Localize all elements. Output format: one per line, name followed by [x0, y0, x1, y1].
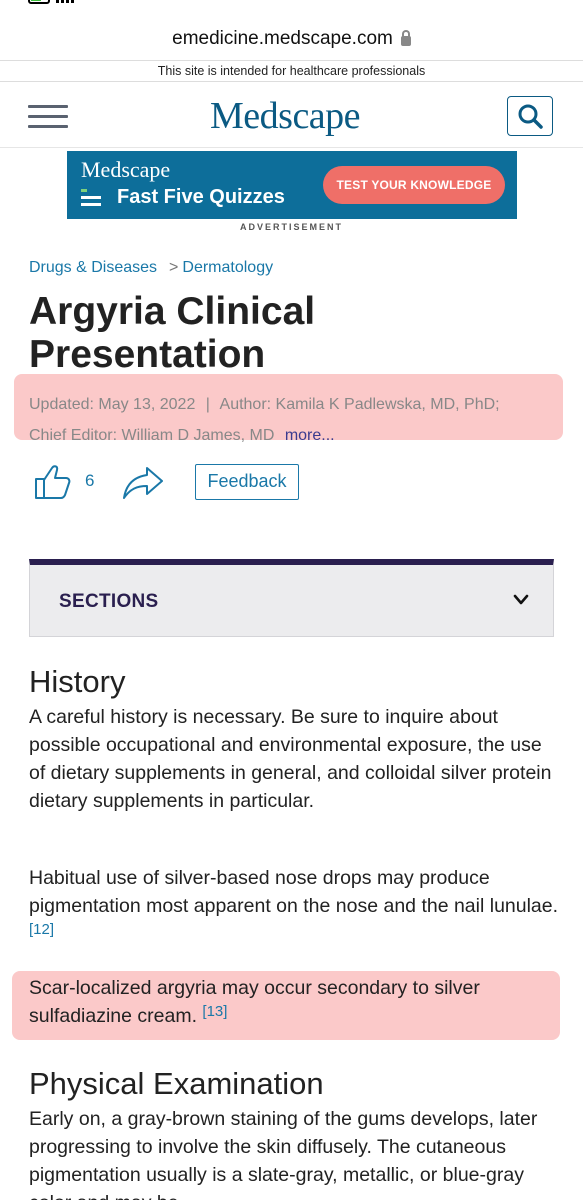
search-icon [518, 104, 543, 129]
battery-icon [28, 0, 50, 4]
breadcrumb: Drugs & Diseases > Dermatology [29, 259, 273, 277]
reference-12-link[interactable]: [12] [29, 921, 54, 938]
sections-label: SECTIONS [59, 591, 159, 612]
like-count: 6 [85, 471, 95, 490]
history-paragraph-2: Habitual use of silver-based nose drops … [29, 864, 559, 948]
ad-cta-button[interactable]: TEST YOUR KNOWLEDGE [323, 166, 505, 204]
breadcrumb-separator: > [169, 259, 179, 276]
chief-editor: Chief Editor: William D James, MD [29, 427, 275, 444]
url-bar[interactable]: emedicine.medscape.com [0, 20, 583, 58]
advertisement-banner[interactable]: Medscape Fast Five Quizzes TEST YOUR KNO… [67, 151, 517, 219]
site-header: Medscape [0, 84, 583, 148]
meta-divider: | [205, 396, 210, 413]
history-paragraph-2-text: Habitual use of silver-based nose drops … [29, 867, 559, 917]
history-paragraph-3-text: Scar-localized argyria may occur seconda… [29, 977, 480, 1027]
thumbs-up-icon[interactable] [33, 463, 73, 501]
sections-dropdown[interactable]: SECTIONS [29, 559, 554, 637]
quiz-list-icon [81, 189, 101, 207]
hcp-banner: This site is intended for healthcare pro… [0, 60, 583, 82]
ad-title: Fast Five Quizzes [117, 186, 285, 208]
signal-icon [56, 0, 74, 3]
search-button[interactable] [507, 96, 553, 136]
history-paragraph-3: Scar-localized argyria may occur seconda… [29, 974, 559, 1030]
feedback-button[interactable]: Feedback [195, 464, 299, 500]
chevron-down-icon [513, 594, 529, 605]
reference-13-link[interactable]: [13] [202, 1003, 227, 1020]
author: Author: Kamila K Padlewska, MD, PhD; [219, 396, 500, 413]
medscape-logo[interactable]: Medscape [210, 94, 361, 138]
breadcrumb-drugs-diseases[interactable]: Drugs & Diseases [29, 259, 157, 277]
physical-exam-heading: Physical Examination [29, 1066, 324, 1101]
article-meta: Updated: May 13, 2022 | Author: Kamila K… [29, 389, 549, 451]
share-icon[interactable] [121, 465, 165, 501]
ad-label: ADVERTISEMENT [239, 222, 343, 232]
lock-icon [400, 30, 411, 46]
history-paragraph-1: A careful history is necessary. Be sure … [29, 706, 552, 812]
article-actions: 6 Feedback [33, 463, 333, 503]
history-heading: History [29, 664, 126, 699]
more-link[interactable]: more... [285, 427, 335, 444]
breadcrumb-dermatology[interactable]: Dermatology [182, 259, 273, 277]
status-bar [0, 0, 583, 14]
url-domain: emedicine.medscape.com [172, 28, 393, 49]
physical-exam-paragraph-1: Early on, a gray-brown staining of the g… [29, 1108, 538, 1200]
menu-icon[interactable] [28, 105, 68, 129]
status-left [28, 0, 74, 4]
page-title: Argyria Clinical Presentation [29, 290, 316, 376]
updated-date: Updated: May 13, 2022 [29, 396, 196, 413]
ad-brand: Medscape [81, 157, 171, 182]
